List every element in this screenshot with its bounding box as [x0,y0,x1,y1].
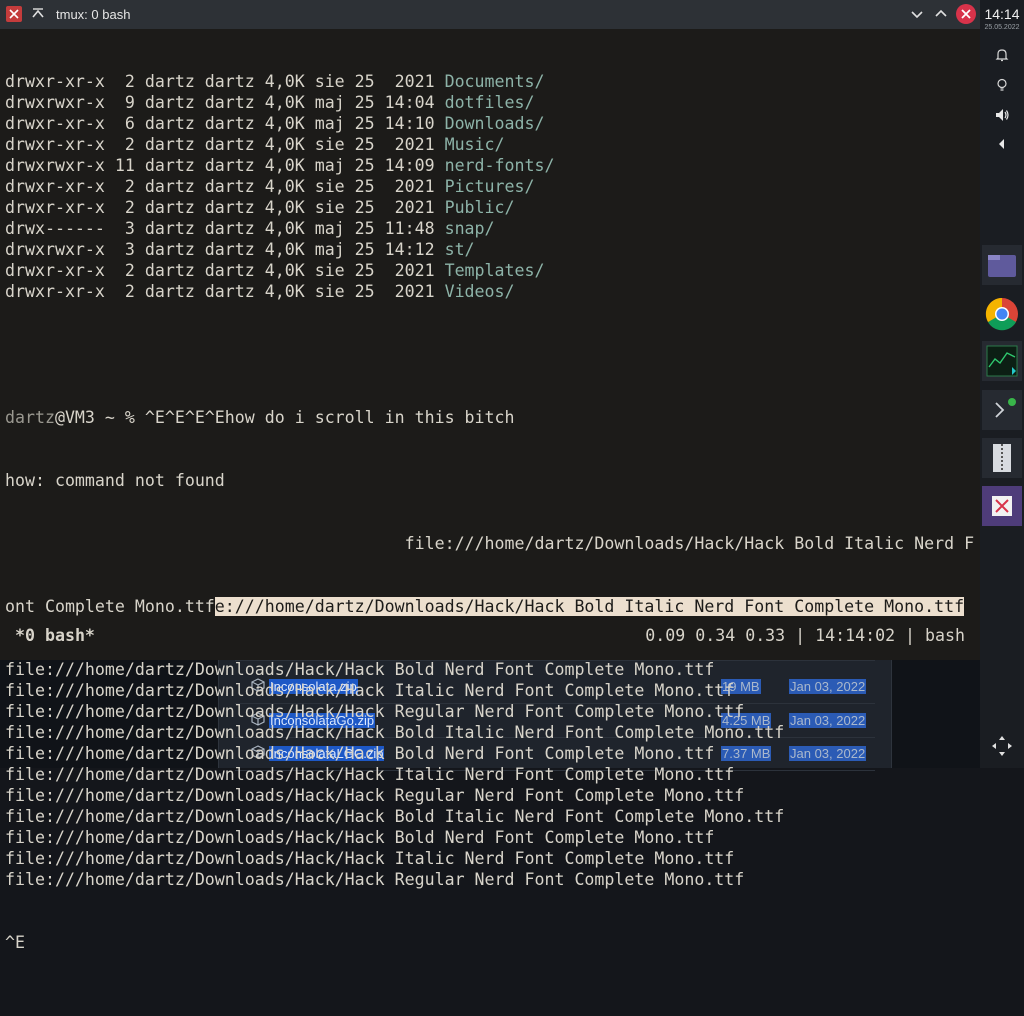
file-url-line: file:///home/dartz/Downloads/Hack/Hack R… [5,786,745,805]
tmux-window-label[interactable]: *0 bash* [15,625,95,646]
directory-name: Music/ [444,135,505,154]
minimize-button[interactable] [908,5,926,23]
file-url-line: file:///home/dartz/Downloads/Hack/Hack B… [5,828,715,847]
wrapped-text: ont Complete Mono.ttf [5,597,215,616]
listing-row: drwxrwxr-x 3 dartz dartz 4,0K maj 25 14:… [0,239,980,260]
dock-terminal[interactable] [982,390,1022,430]
listing-meta: drwxr-xr-x 2 dartz dartz 4,0K sie 25 202… [5,72,445,91]
listing-row: drwxr-xr-x 6 dartz dartz 4,0K maj 25 14:… [0,113,980,134]
file-url-line: file:///home/dartz/Downloads/Hack/Hack I… [5,765,735,784]
directory-name: Pictures/ [444,177,535,196]
keep-above-icon[interactable] [30,6,46,22]
move-icon[interactable] [990,734,1014,758]
directory-name: nerd-fonts/ [444,156,555,175]
listing-meta: drwxrwxr-x 9 dartz dartz 4,0K maj 25 14:… [5,93,445,112]
terminal-window[interactable]: tmux: 0 bash drwxr-xr-x 2 dartz dartz 4,… [0,0,980,952]
listing-row: drwx------ 3 dartz dartz 4,0K maj 25 11:… [0,218,980,239]
terminal-icon [995,398,1016,418]
chevron-left-icon[interactable] [994,136,1010,152]
prompt-command: @VM3 ~ % ^E^E^E^Ehow do i scroll in this… [54,408,515,427]
folder-icon [988,255,1016,277]
file-url-lines: file:///home/dartz/Downloads/Hack/Hack B… [0,659,980,890]
file-url-line: file:///home/dartz/Downloads/Hack/Hack B… [5,807,785,826]
file-url-line: file:///home/dartz/Downloads/Hack/Hack R… [5,702,745,721]
listing-row: drwxr-xr-x 2 dartz dartz 4,0K sie 25 202… [0,260,980,281]
dock-archive-manager[interactable] [982,438,1022,478]
directory-name: Public/ [444,198,515,217]
directory-name: Templates/ [444,261,545,280]
directory-name: dotfiles/ [444,93,535,112]
directory-name: Downloads/ [444,114,545,133]
maximize-button[interactable] [932,5,950,23]
file-url-line: file:///home/dartz/Downloads/Hack/Hack R… [5,870,745,889]
dock-active-window[interactable] [982,486,1022,526]
wrapped-line: file:///home/dartz/Downloads/Hack/Hack B… [5,534,975,553]
listing-meta: drwxr-xr-x 2 dartz dartz 4,0K sie 25 202… [5,261,445,280]
window-titlebar[interactable]: tmux: 0 bash [0,0,980,29]
listing-meta: drwxr-xr-x 2 dartz dartz 4,0K sie 25 202… [5,282,445,301]
directory-name: st/ [444,240,475,259]
directory-name: Documents/ [444,72,545,91]
listing-row: drwxrwxr-x 11 dartz dartz 4,0K maj 25 14… [0,155,980,176]
close-window-icon [992,496,1012,516]
bell-icon[interactable] [994,47,1010,63]
close-button[interactable] [956,4,976,24]
tmux-status-bar: *0 bash* 0.09 0.34 0.33 | 14:14:02 | bas… [0,625,980,646]
listing-meta: drwxrwxr-x 11 dartz dartz 4,0K maj 25 14… [5,156,445,175]
listing-row: drwxrwxr-x 9 dartz dartz 4,0K maj 25 14:… [0,92,980,113]
input-line[interactable]: ^E [0,932,980,953]
dock-file-manager[interactable] [982,245,1022,285]
selected-text[interactable]: e:///home/dartz/Downloads/Hack/Hack Bold… [214,597,965,616]
listing-row: drwxr-xr-x 2 dartz dartz 4,0K sie 25 202… [0,176,980,197]
clock[interactable]: 14:14 [980,6,1024,22]
side-panel: 14:14 25.05.2022 [980,0,1024,768]
terminal-output[interactable]: drwxr-xr-x 2 dartz dartz 4,0K sie 25 202… [0,29,980,952]
dock-system-monitor[interactable] [982,341,1022,381]
file-url-line: file:///home/dartz/Downloads/Hack/Hack I… [5,849,735,868]
prompt-user: dartz [5,408,55,427]
listing-row: drwxr-xr-x 2 dartz dartz 4,0K sie 25 202… [0,71,980,92]
error-line: how: command not found [5,471,225,490]
file-url-line: file:///home/dartz/Downloads/Hack/Hack B… [5,723,785,742]
clock-date: 25.05.2022 [984,24,1020,31]
listing-row: drwxr-xr-x 2 dartz dartz 4,0K sie 25 202… [0,134,980,155]
directory-name: Videos/ [444,282,515,301]
wrapped-line-continued: ont Complete Mono.ttfe:///home/dartz/Dow… [0,596,980,617]
listing-row: drwxr-xr-x 2 dartz dartz 4,0K sie 25 202… [0,281,980,302]
listing-meta: drwxrwxr-x 3 dartz dartz 4,0K maj 25 14:… [5,240,445,259]
dock-chrome[interactable] [982,294,1022,334]
lightbulb-icon[interactable] [994,77,1010,93]
volume-icon[interactable] [994,107,1010,123]
app-icon[interactable] [6,6,22,22]
close-icon [961,9,971,19]
directory-name: snap/ [444,219,495,238]
terminal-monitor-icon [986,345,1018,377]
listing-meta: drwxr-xr-x 6 dartz dartz 4,0K maj 25 14:… [5,114,445,133]
prompt-line: dartz@VM3 ~ % ^E^E^E^Ehow do i scroll in… [0,407,980,428]
listing-meta: drwx------ 3 dartz dartz 4,0K maj 25 11:… [5,219,445,238]
chrome-icon [985,297,1018,331]
tmux-status-info: 0.09 0.34 0.33 | 14:14:02 | bash [645,626,965,645]
file-url-line: file:///home/dartz/Downloads/Hack/Hack B… [5,744,715,763]
empty-line [0,344,980,365]
directory-listing: drwxr-xr-x 2 dartz dartz 4,0K sie 25 202… [0,71,980,302]
archive-icon [993,444,1011,472]
listing-row: drwxr-xr-x 2 dartz dartz 4,0K sie 25 202… [0,197,980,218]
listing-meta: drwxr-xr-x 2 dartz dartz 4,0K sie 25 202… [5,135,445,154]
file-url-line: file:///home/dartz/Downloads/Hack/Hack I… [5,681,735,700]
file-url-line: file:///home/dartz/Downloads/Hack/Hack B… [5,660,715,679]
listing-meta: drwxr-xr-x 2 dartz dartz 4,0K sie 25 202… [5,198,445,217]
window-title: tmux: 0 bash [56,7,131,22]
listing-meta: drwxr-xr-x 2 dartz dartz 4,0K sie 25 202… [5,177,445,196]
